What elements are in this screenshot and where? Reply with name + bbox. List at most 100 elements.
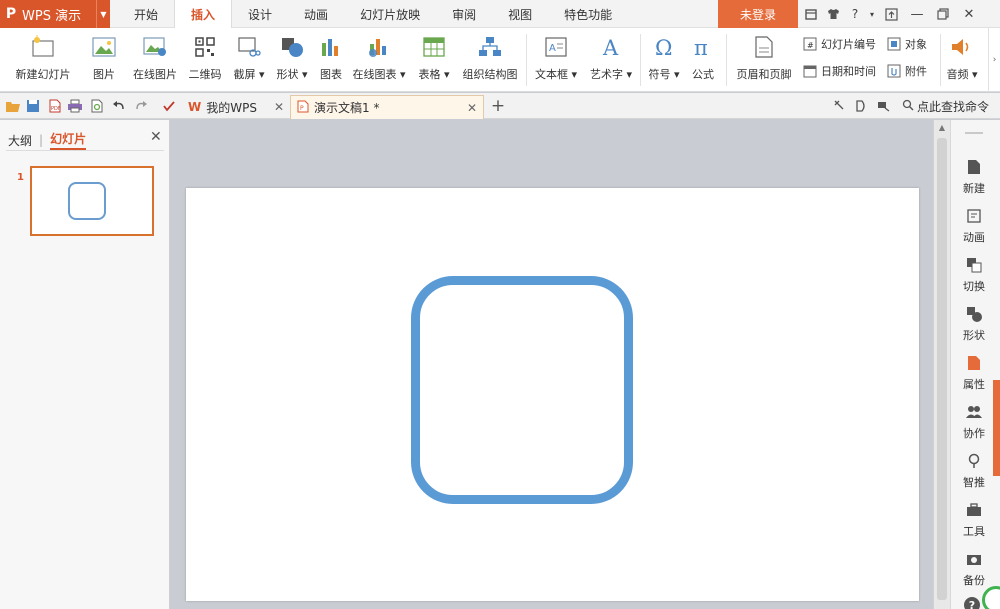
task-smart[interactable]: 智推 (951, 450, 997, 496)
chart-button[interactable]: 图表 (316, 30, 346, 88)
tab-animation[interactable]: 动画 (288, 0, 344, 28)
table-button[interactable]: 表格 ▾ (414, 30, 454, 88)
calendar-icon (802, 63, 818, 79)
wordart-button[interactable]: A 艺术字 ▾ (586, 30, 636, 88)
symbol-button[interactable]: Ω 符号 ▾ (644, 30, 684, 88)
task-shape[interactable]: 形状 (951, 303, 997, 349)
date-time-button[interactable]: 日期和时间 (802, 61, 876, 81)
share-icon[interactable] (874, 97, 892, 115)
attachment-button[interactable]: 附件 (886, 61, 927, 81)
online-chart-button[interactable]: 在线图表 ▾ (350, 30, 408, 88)
maximize-icon[interactable] (930, 0, 956, 28)
tab-my-wps[interactable]: W 我的WPS ✕ (182, 95, 290, 119)
undo-icon[interactable] (110, 97, 128, 115)
print-icon[interactable] (66, 97, 84, 115)
close-icon[interactable]: ✕ (467, 101, 477, 115)
task-transition[interactable]: 切换 (951, 254, 997, 300)
attachment-label: 附件 (905, 65, 927, 78)
save-icon[interactable] (24, 97, 42, 115)
customize-toolbar-icon[interactable] (160, 97, 178, 115)
new-slide-icon (30, 34, 56, 60)
redo-icon[interactable] (132, 97, 150, 115)
pi-icon: π (690, 34, 716, 60)
skin-toggle-icon[interactable] (852, 97, 870, 115)
open-folder-icon[interactable] (4, 97, 22, 115)
object-button[interactable]: 对象 (886, 34, 927, 54)
tab-document[interactable]: P 演示文稿1 * ✕ (290, 95, 484, 119)
new-slide-label: 新建幻灯片 (15, 68, 71, 81)
close-pane-icon[interactable]: ✕ (150, 129, 162, 145)
org-chart-label: 组织结构图 (462, 68, 518, 81)
new-doc-icon (965, 158, 983, 176)
title-icons: ? ▾ — ✕ (800, 0, 982, 28)
ribbon-divider (940, 34, 941, 86)
search-icon (902, 99, 914, 114)
task-pane: 新建 动画 切换 形状 属性 协作 智推 工具 备份 (950, 120, 1000, 609)
tab-slideshow[interactable]: 幻灯片放映 (344, 0, 436, 28)
print-preview-icon[interactable] (88, 97, 106, 115)
tab-outline[interactable]: 大纲 (8, 132, 32, 149)
qrcode-button[interactable]: 二维码 (186, 30, 224, 88)
scrollbar-thumb[interactable] (937, 138, 947, 600)
svg-text:PDF: PDF (51, 106, 61, 112)
task-animation[interactable]: 动画 (951, 205, 997, 251)
restore-ribbon-icon[interactable] (878, 0, 904, 28)
slide[interactable] (186, 188, 919, 601)
tab-insert[interactable]: 插入 (174, 0, 233, 29)
tab-slides[interactable]: 幻灯片 (50, 130, 87, 150)
task-backup-label: 备份 (963, 574, 985, 587)
tab-special[interactable]: 特色功能 (548, 0, 628, 28)
close-icon[interactable]: ✕ (956, 0, 982, 28)
brush-icon[interactable] (830, 97, 848, 115)
screenshot-button[interactable]: 截屏 ▾ (230, 30, 268, 88)
login-button[interactable]: 未登录 (718, 0, 798, 28)
skin-icon[interactable] (800, 0, 822, 28)
task-pane-expand-handle[interactable] (993, 380, 1000, 476)
attachment-icon (886, 63, 902, 79)
textbox-button[interactable]: A 文本框 ▾ (532, 30, 580, 88)
shape-icon (279, 34, 305, 60)
task-collaborate[interactable]: 协作 (951, 401, 997, 447)
qrcode-label: 二维码 (188, 68, 222, 81)
tshirt-icon[interactable] (822, 0, 844, 28)
wps-logo-icon: P (5, 6, 17, 22)
vertical-scrollbar[interactable]: ▲ (933, 120, 950, 609)
table-label: 表格 ▾ (418, 68, 450, 81)
slide-number-label: 幻灯片编号 (821, 38, 876, 51)
pane-divider (6, 150, 164, 151)
slide-number-button[interactable]: # 幻灯片编号 (802, 34, 876, 54)
app-name: WPS 演示 (22, 8, 82, 24)
help-icon[interactable]: ? (844, 0, 866, 28)
tab-design[interactable]: 设计 (232, 0, 288, 28)
org-chart-button[interactable]: 组织结构图 (460, 30, 520, 88)
app-menu-button[interactable]: P WPS 演示 ▼ (0, 0, 110, 28)
task-transition-label: 切换 (963, 280, 985, 293)
editing-canvas (171, 120, 933, 609)
help-dropdown-icon[interactable]: ▾ (866, 0, 878, 28)
minimize-icon[interactable]: — (904, 0, 930, 28)
ribbon-scroll-right-icon[interactable]: › (988, 28, 1000, 92)
shape-button[interactable]: 形状 ▾ (272, 30, 312, 88)
help-circle-icon[interactable]: ? (964, 597, 980, 609)
new-slide-button[interactable]: 新建幻灯片 (8, 30, 78, 88)
task-properties[interactable]: 属性 (951, 352, 997, 398)
tab-review[interactable]: 审阅 (436, 0, 492, 28)
add-tab-icon[interactable]: + (488, 96, 508, 116)
tab-home[interactable]: 开始 (118, 0, 174, 28)
online-picture-button[interactable]: 在线图片 (130, 30, 180, 88)
quick-access-bar: PDF W 我的WPS ✕ P 演示文稿1 * ✕ + 点此查找命令 (0, 93, 1000, 119)
audio-button[interactable]: 音频 ▾ (944, 30, 980, 88)
rounded-rectangle-shape[interactable] (411, 276, 633, 504)
close-icon[interactable]: ✕ (274, 100, 284, 114)
tab-view[interactable]: 视图 (492, 0, 548, 28)
search-command[interactable]: 点此查找命令 (902, 97, 989, 115)
header-footer-button[interactable]: 页眉和页脚 (732, 30, 796, 88)
task-new[interactable]: 新建 (951, 156, 997, 202)
slide-thumbnail[interactable] (30, 166, 154, 236)
scroll-up-icon[interactable]: ▲ (934, 123, 950, 132)
chevron-down-icon[interactable]: ▼ (96, 0, 110, 28)
picture-button[interactable]: 图片 (84, 30, 124, 88)
pdf-export-icon[interactable]: PDF (46, 97, 64, 115)
task-tools[interactable]: 工具 (951, 499, 997, 545)
formula-button[interactable]: π 公式 (688, 30, 718, 88)
